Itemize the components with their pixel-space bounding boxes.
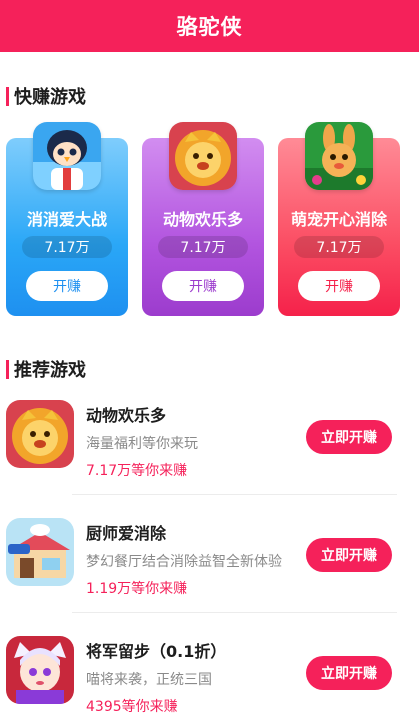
featured-earn-button[interactable]: 开赚 [298, 271, 380, 301]
general-character-icon [6, 636, 74, 704]
featured-card-3[interactable]: 萌宠开心消除 7.17万 开赚 [278, 122, 400, 316]
earn-now-button[interactable]: 立即开赚 [306, 420, 392, 454]
game-name: 厨师爱消除 [86, 524, 167, 543]
section-recommend-title: 推荐游戏 [14, 360, 86, 381]
game-list-item[interactable]: 厨师爱消除 梦幻餐厅结合消除益智全新体验 1.19万等你来赚 立即开赚 [0, 514, 419, 632]
section-marker [6, 359, 9, 379]
game-description: 梦幻餐厅结合消除益智全新体验 [86, 554, 282, 570]
section-marker [6, 86, 9, 106]
featured-earn-button[interactable]: 开赚 [162, 271, 244, 301]
featured-earn-button[interactable]: 开赚 [26, 271, 108, 301]
game-earn-count: 4395等你来赚 [86, 699, 178, 715]
rabbit-character-icon [305, 122, 373, 190]
game-list-item[interactable]: 动物欢乐多 海量福利等你来玩 7.17万等你来赚 立即开赚 [0, 396, 419, 514]
featured-name: 萌宠开心消除 [290, 210, 387, 229]
section-recommend: 推荐游戏 [6, 356, 86, 382]
game-name: 动物欢乐多 [86, 406, 167, 425]
featured-count: 7.17万 [22, 236, 112, 258]
divider [72, 612, 397, 613]
golden-lion-icon [6, 400, 74, 468]
featured-count: 7.17万 [158, 236, 248, 258]
section-quick: 快赚游戏 [6, 83, 86, 109]
game-earn-count: 7.17万等你来赚 [86, 463, 188, 479]
featured-card-1[interactable]: 消消爱大战 7.17万 开赚 [6, 122, 128, 316]
featured-card-2[interactable]: 动物欢乐多 7.17万 开赚 [142, 122, 264, 316]
game-name: 将军留步（0.1折） [86, 642, 227, 661]
game-description: 喵将来袭，正统三国 [86, 672, 212, 688]
section-quick-title: 快赚游戏 [14, 87, 86, 108]
featured-name: 动物欢乐多 [162, 210, 243, 229]
game-list-item[interactable]: 将军留步（0.1折） 喵将来袭，正统三国 4395等你来赚 立即开赚 [0, 632, 419, 715]
golden-lion-icon [169, 122, 237, 190]
game-earn-count: 1.19万等你来赚 [86, 581, 188, 597]
featured-name: 消消爱大战 [26, 210, 107, 229]
earn-now-button[interactable]: 立即开赚 [306, 656, 392, 690]
game-description: 海量福利等你来玩 [86, 436, 198, 452]
cafe-shop-icon [6, 518, 74, 586]
earn-now-button[interactable]: 立即开赚 [306, 538, 392, 572]
penguin-character-icon [33, 122, 101, 190]
divider [72, 494, 397, 495]
app-title: 骆驼侠 [176, 15, 243, 39]
app-header: 骆驼侠 [0, 0, 419, 52]
featured-count: 7.17万 [294, 236, 384, 258]
